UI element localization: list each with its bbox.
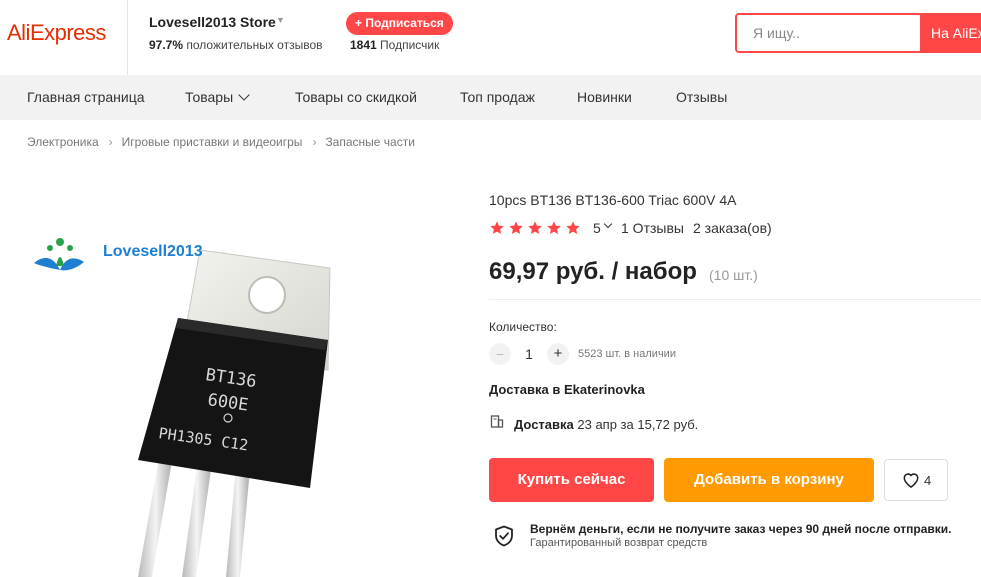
breadcrumb-item[interactable]: Игровые приставки и видеоигры	[122, 135, 303, 149]
price-quantity: (10 шт.)	[709, 267, 758, 283]
nav-item-home[interactable]: Главная страница	[27, 89, 145, 105]
store-rating: 97.7% положительных отзывов	[149, 38, 323, 52]
shield-check-icon	[495, 525, 513, 547]
nav-item-discounts[interactable]: Товары со скидкой	[295, 89, 417, 105]
heart-icon	[903, 473, 919, 488]
chevron-right-icon: ›	[312, 135, 317, 149]
reviews-link[interactable]: 1 Отзывы	[621, 220, 684, 236]
nav-item-label: Главная страница	[27, 89, 145, 105]
chevron-down-icon[interactable]	[603, 219, 613, 229]
triac-photo: BT136 600E PH1305 C12 Lovesell2013	[10, 190, 455, 577]
followers-count: 1841	[350, 38, 377, 52]
positive-label: положительных отзывов	[186, 38, 323, 52]
nav-item-label: Товары со скидкой	[295, 89, 417, 105]
chevron-down-icon	[238, 89, 250, 101]
header-divider	[127, 0, 128, 75]
shipping-label: Доставка	[514, 417, 574, 432]
wishlist-button[interactable]: 4	[884, 459, 948, 501]
nav-item-label: Отзывы	[676, 89, 728, 105]
price: 69,97 руб. / набор	[489, 258, 697, 285]
nav-item-products[interactable]: Товары	[185, 89, 250, 105]
followers: 1841 Подписчик	[350, 38, 439, 52]
aliexpress-logo[interactable]: AliExpress	[7, 20, 106, 46]
watermark-text: Lovesell2013	[103, 243, 203, 260]
rating-value[interactable]: 5	[593, 220, 601, 236]
wishlist-count: 4	[924, 473, 932, 488]
nav-item-label: Топ продаж	[460, 89, 535, 105]
search-input[interactable]	[753, 15, 913, 51]
shipping-detail: 23 апр за 15,72 руб.	[577, 417, 699, 432]
nav-item-reviews[interactable]: Отзывы	[676, 89, 727, 105]
shipping-icon	[490, 415, 504, 428]
quantity-increase-button[interactable]: +	[547, 343, 569, 365]
store-name[interactable]: Lovesell2013 Store	[149, 14, 276, 30]
buy-now-button[interactable]: Купить сейчас	[489, 458, 654, 502]
header: AliExpress Lovesell2013 Store ▼ 97.7% по…	[0, 0, 981, 75]
followers-label: Подписчик	[380, 38, 440, 52]
star-icon	[528, 221, 542, 234]
add-to-cart-button[interactable]: Добавить в корзину	[664, 458, 874, 502]
product-image[interactable]: BT136 600E PH1305 C12 Lovesell2013	[10, 190, 455, 577]
star-icon	[509, 221, 523, 234]
delivery-destination[interactable]: Доставка в Ekaterinovka	[489, 382, 645, 397]
star-icon	[547, 221, 561, 234]
quantity-label: Количество:	[489, 320, 557, 334]
breadcrumb-item[interactable]: Запасные части	[325, 135, 414, 149]
search-box: На AliExpress	[735, 13, 981, 53]
product-title: 10pcs BT136 BT136-600 Triac 600V 4A	[489, 192, 737, 208]
nav-item-top-sellers[interactable]: Топ продаж	[460, 89, 535, 105]
triangle-down-icon[interactable]: ▼	[276, 15, 285, 25]
star-icon	[490, 221, 504, 234]
nav-item-label: Товары	[185, 89, 234, 105]
store-nav: Главная страница Товары Товары со скидко…	[0, 75, 981, 120]
subscribe-button[interactable]: + Подписаться	[346, 12, 453, 35]
search-button[interactable]: На AliExpress	[920, 13, 981, 53]
quantity-value[interactable]: 1	[519, 346, 539, 362]
chevron-right-icon: ›	[108, 135, 113, 149]
stock-info: 5523 шт. в наличии	[578, 348, 676, 360]
guarantee-title: Вернём деньги, если не получите заказ че…	[530, 522, 952, 536]
divider	[489, 299, 981, 300]
quantity-decrease-button[interactable]: −	[489, 343, 511, 365]
star-icon	[566, 221, 580, 234]
nav-item-new[interactable]: Новинки	[577, 89, 632, 105]
shipping-info: Доставка 23 апр за 15,72 руб.	[514, 417, 698, 432]
breadcrumb: Электроника › Игровые приставки и видеоигр…	[27, 135, 415, 149]
positive-percent: 97.7%	[149, 38, 184, 52]
guarantee-subtitle: Гарантированный возврат средств	[530, 537, 708, 549]
breadcrumb-item[interactable]: Электроника	[27, 135, 99, 149]
orders-count: 2 заказа(ов)	[693, 220, 772, 236]
nav-item-label: Новинки	[577, 89, 632, 105]
